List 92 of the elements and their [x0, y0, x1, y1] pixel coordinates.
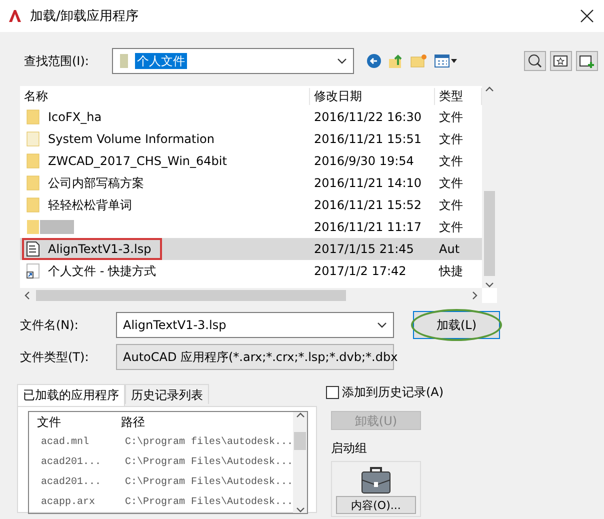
file-name-label: 文件名(N):	[20, 316, 80, 334]
star-folder-icon	[553, 53, 569, 69]
star-folder-button[interactable]	[550, 51, 572, 71]
tab[interactable]: 历史记录列表	[125, 384, 209, 404]
app-path: C:\program files\autodesk...	[125, 436, 294, 448]
file-row[interactable]: 公司内部写稿方案 2016/11/21 14:10 文件	[20, 172, 482, 194]
file-type: 文件	[438, 174, 464, 192]
scroll-right-icon	[472, 291, 478, 300]
modified-date: 2016/11/21 11:17	[313, 220, 423, 234]
letter-logo-icon	[8, 9, 22, 23]
file-type: 文件	[438, 108, 464, 126]
scroll-down-icon	[485, 282, 494, 288]
scrollbar-thumb[interactable]	[294, 432, 306, 450]
scrollbar-thumb[interactable]	[36, 290, 346, 301]
contents-button[interactable]: 内容(O)...	[336, 496, 416, 514]
vertical-scrollbar[interactable]	[293, 412, 308, 513]
file-type: 文件	[438, 196, 464, 214]
add-folder-button[interactable]	[576, 51, 598, 71]
app-row[interactable]: acad201... C:\Program Files\Autodesk...	[29, 472, 294, 492]
load-button[interactable]: 加载(L)	[413, 311, 500, 339]
tab[interactable]: 已加载的应用程序	[17, 384, 125, 406]
app-file-name: acad.mnl	[41, 436, 90, 448]
horizontal-scrollbar[interactable]	[20, 288, 482, 303]
file-row[interactable]: System Volume Information 2016/11/21 15:51 文件	[20, 128, 482, 150]
file-name: System Volume Information	[47, 132, 214, 146]
file-name: 公司内部写稿方案	[47, 174, 144, 192]
search-icon	[527, 53, 543, 69]
add-folder-icon	[579, 53, 595, 69]
file-row[interactable]: 个人文件 - 快捷方式 2017/1/2 17:42 快捷	[20, 260, 482, 282]
column-header[interactable]: 路径	[121, 414, 294, 430]
file-row[interactable]: IcoFX_ha 2016/11/22 16:30 文件	[20, 106, 482, 128]
chevron-down-icon	[377, 321, 387, 329]
file-name: ZWCAD_2017_CHS_Win_64bit	[47, 154, 227, 168]
app-row[interactable]: acapp.arx C:\Program Files\Autodesk...	[29, 492, 294, 512]
folder-icon	[119, 53, 129, 69]
modified-date: 2016/11/22 16:30	[313, 110, 423, 124]
app-file-name: acad201...	[41, 456, 102, 468]
app-path: C:\Program Files\Autodesk...	[125, 456, 294, 468]
file-type: 文件	[438, 218, 464, 236]
file-type: Aut	[438, 242, 461, 256]
search-button[interactable]	[524, 51, 546, 71]
window-title: 加载/卸载应用程序	[30, 8, 140, 25]
script-file-icon	[26, 241, 40, 257]
scroll-left-icon	[24, 291, 30, 300]
app-file-name: acad201...	[41, 476, 102, 488]
scroll-down-icon	[296, 507, 305, 513]
file-row[interactable]: 轻轻松松背单词 2016/11/21 15:52 文件	[20, 194, 482, 216]
app-path: C:\Program Files\Autodesk...	[125, 476, 294, 488]
file-name: 个人文件 - 快捷方式	[47, 262, 156, 280]
modified-date: 2016/9/30 19:54	[313, 154, 415, 168]
view-menu-icon[interactable]	[434, 54, 458, 68]
folder-icon	[26, 175, 40, 191]
file-type: 文件	[438, 130, 464, 148]
file-row[interactable]: 2016/11/21 11:17 文件	[20, 216, 482, 238]
scroll-up-icon	[485, 86, 494, 92]
app-row[interactable]: acad201... C:\Program Files\Autodesk...	[29, 452, 294, 472]
shortcut-icon	[26, 263, 40, 279]
look-in-label: 查找范围(I):	[24, 52, 90, 70]
folder-icon	[26, 197, 40, 213]
column-header[interactable]: 名称	[20, 88, 310, 104]
modified-date: 2017/1/2 17:42	[313, 264, 408, 278]
close-icon[interactable]	[580, 9, 594, 23]
folder-icon	[26, 109, 40, 125]
app-row[interactable]: acad.mnl C:\program files\autodesk...	[29, 432, 294, 452]
app-path: C:\Program Files\Autodesk...	[125, 496, 294, 508]
add-to-history-checkbox[interactable]: 添加到历史记录(A)	[326, 384, 444, 401]
new-folder-icon[interactable]	[410, 53, 428, 69]
file-name: IcoFX_ha	[47, 110, 102, 124]
modified-date: 2016/11/21 15:52	[313, 198, 423, 212]
look-in-dropdown[interactable]: 个人文件	[112, 48, 354, 74]
column-header[interactable]: 修改日期	[310, 88, 435, 104]
folder-icon	[26, 153, 40, 169]
file-name: 轻轻松松背单词	[47, 196, 132, 214]
file-row[interactable]: ZWCAD_2017_CHS_Win_64bit 2016/9/30 19:54 文件	[20, 150, 482, 172]
group-title: 启动组	[331, 440, 367, 457]
column-header[interactable]: 文件	[37, 414, 121, 430]
folder-up-icon[interactable]	[388, 53, 404, 69]
file-name-field[interactable]: AlignTextV1-3.lsp	[116, 312, 394, 338]
folder-icon	[26, 131, 40, 147]
scroll-up-icon	[296, 412, 305, 418]
modified-date: 2016/11/21 15:51	[313, 132, 423, 146]
file-name: AlignTextV1-3.lsp	[47, 242, 152, 256]
app-file-name: acapp.arx	[41, 496, 96, 508]
file-row[interactable]: AlignTextV1-3.lsp 2017/1/15 21:45 Aut	[20, 238, 482, 260]
file-type: 文件	[438, 152, 464, 170]
scrollbar-thumb[interactable]	[484, 191, 495, 276]
file-type: 快捷	[438, 262, 464, 280]
modified-date: 2016/11/21 14:10	[313, 176, 423, 190]
modified-date: 2017/1/15 21:45	[313, 242, 415, 256]
briefcase-icon	[361, 466, 391, 494]
file-type-label: 文件类型(T):	[20, 348, 90, 366]
chevron-down-icon	[337, 57, 347, 65]
